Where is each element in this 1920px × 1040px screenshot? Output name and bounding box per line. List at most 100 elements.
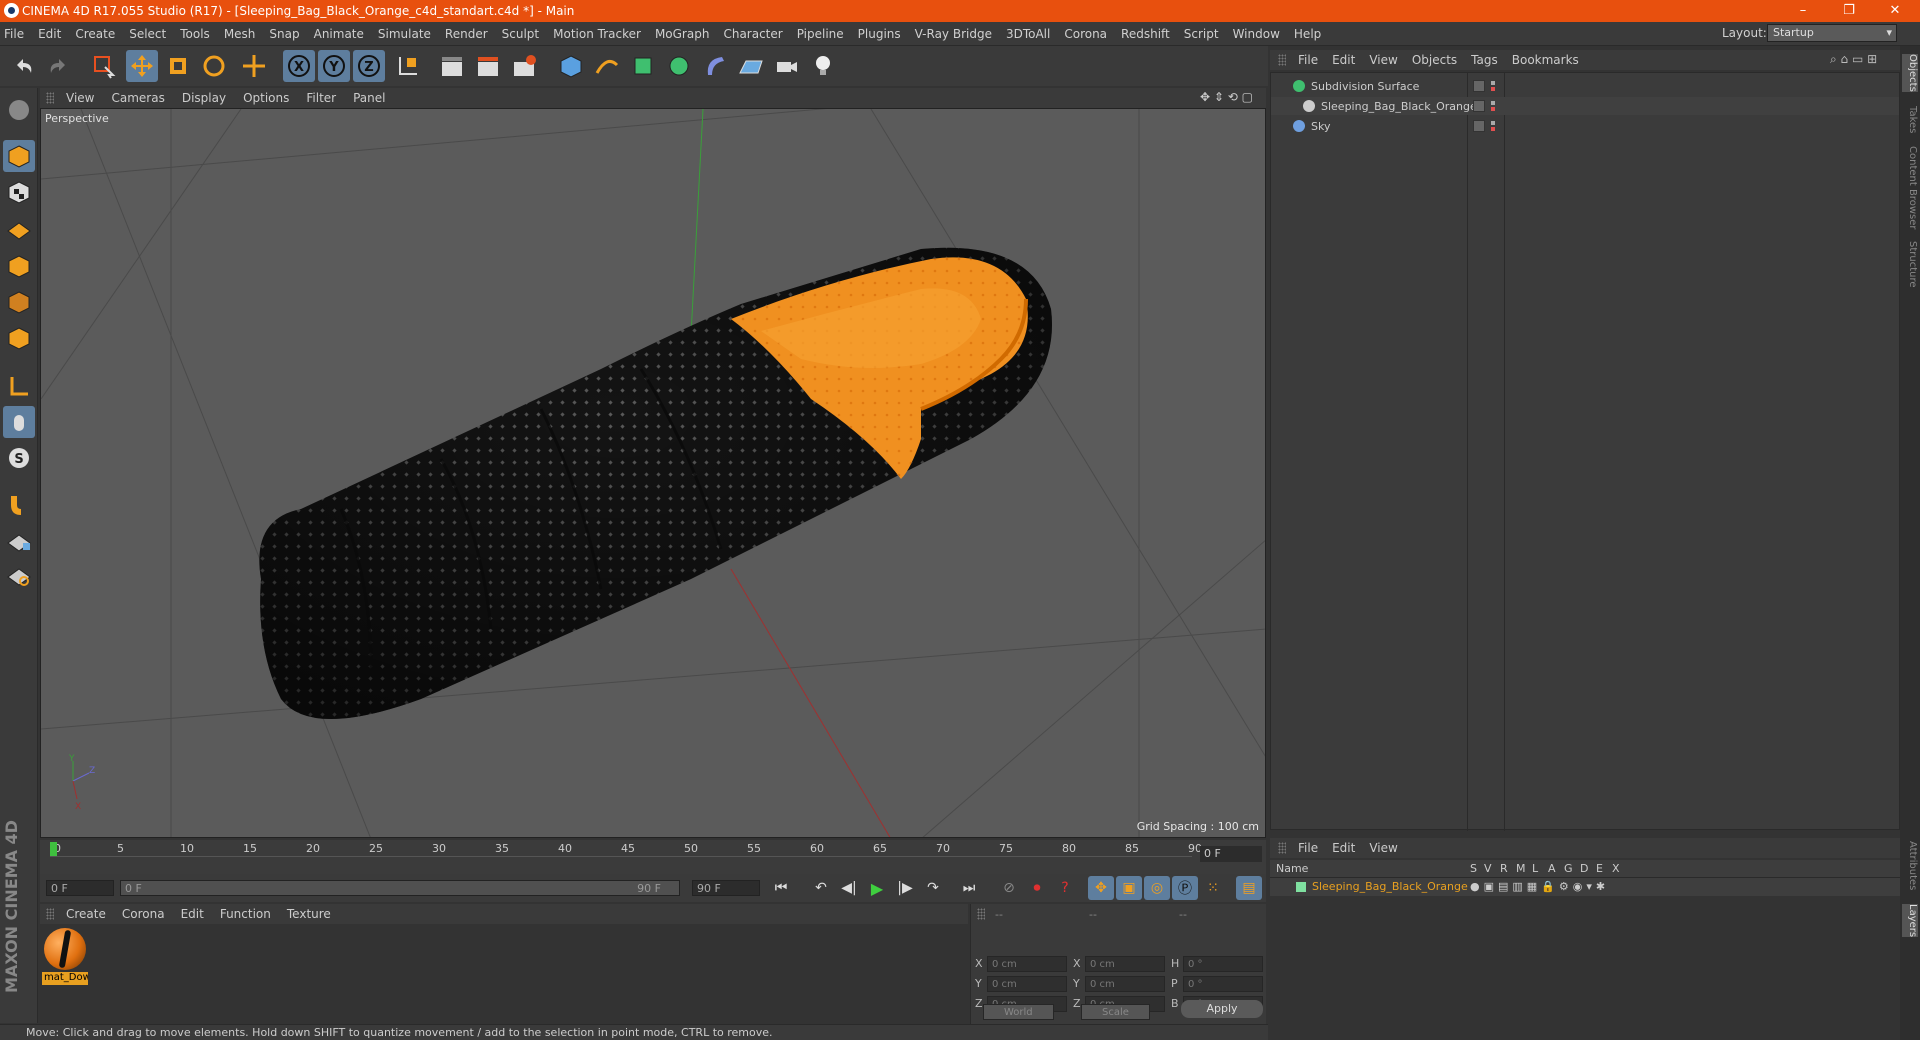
- coordinate-value-field[interactable]: 0 cm: [1085, 956, 1165, 972]
- make-editable-button[interactable]: [3, 94, 35, 126]
- layer-column-a[interactable]: A: [1548, 862, 1556, 875]
- menu-snap[interactable]: Snap: [269, 27, 299, 41]
- object-manager-nav-icons[interactable]: ⌕ ⌂ ▭ ⊞: [1830, 52, 1877, 67]
- menu-sculpt[interactable]: Sculpt: [502, 27, 539, 41]
- menu-redshift[interactable]: Redshift: [1121, 27, 1170, 41]
- model-mode-button[interactable]: [3, 140, 35, 172]
- material-menu-corona[interactable]: Corona: [122, 907, 165, 921]
- keyframe-selection-button[interactable]: ?: [1052, 876, 1078, 900]
- layout-select[interactable]: Startup: [1767, 24, 1897, 42]
- previous-key-button[interactable]: ↶: [808, 876, 834, 900]
- rotate-tool-button[interactable]: [198, 50, 230, 82]
- menu-mesh[interactable]: Mesh: [224, 27, 256, 41]
- layer-column-m[interactable]: M: [1516, 862, 1526, 875]
- deformer-button[interactable]: [699, 50, 731, 82]
- object-menu-bookmarks[interactable]: Bookmarks: [1512, 53, 1579, 67]
- object-row[interactable]: Sleeping_Bag_Black_Orange: [1271, 97, 1899, 115]
- key-point-level-button[interactable]: ⁙: [1200, 876, 1226, 900]
- coordinate-space-select[interactable]: World: [983, 1004, 1054, 1020]
- visibility-dots-icon[interactable]: [1473, 100, 1485, 112]
- texture-mode-button[interactable]: [3, 176, 35, 208]
- material-menu-create[interactable]: Create: [66, 907, 106, 921]
- layer-column-v[interactable]: V: [1484, 862, 1492, 875]
- material-menu-texture[interactable]: Texture: [287, 907, 331, 921]
- snap-button[interactable]: [3, 488, 35, 520]
- menu-help[interactable]: Help: [1294, 27, 1321, 41]
- render-dot-icon[interactable]: [1491, 81, 1495, 91]
- record-keys-button[interactable]: ⊘: [996, 876, 1022, 900]
- panel-grip-icon[interactable]: [977, 908, 985, 920]
- key-scale-button[interactable]: ▣: [1116, 876, 1142, 900]
- layer-manager[interactable]: Sleeping_Bag_Black_Orange ●▣▤▥▦🔒⚙◉▾✱: [1270, 878, 1900, 1024]
- render-picture-viewer-button[interactable]: [472, 50, 504, 82]
- timeline-ruler[interactable]: [50, 856, 1192, 864]
- menu-pipeline[interactable]: Pipeline: [797, 27, 844, 41]
- key-position-button[interactable]: ✥: [1088, 876, 1114, 900]
- go-to-end-button[interactable]: ⏭: [956, 876, 982, 900]
- coordinate-value-field[interactable]: 0 cm: [987, 956, 1067, 972]
- restore-button[interactable]: ❐: [1826, 0, 1872, 22]
- undo-button[interactable]: [8, 50, 40, 82]
- menu-simulate[interactable]: Simulate: [378, 27, 431, 41]
- viewport-menu-filter[interactable]: Filter: [306, 91, 336, 105]
- layer-column-l[interactable]: L: [1532, 862, 1538, 875]
- layer-flag-icons[interactable]: ●▣▤▥▦🔒⚙◉▾✱: [1470, 880, 1609, 893]
- layer-row[interactable]: Sleeping_Bag_Black_Orange ●▣▤▥▦🔒⚙◉▾✱: [1270, 878, 1900, 896]
- layer-menu-edit[interactable]: Edit: [1332, 841, 1355, 855]
- transform-tool-button[interactable]: [238, 50, 270, 82]
- viewport-menu-options[interactable]: Options: [243, 91, 289, 105]
- lock-workplane-button[interactable]: [3, 524, 35, 556]
- menu-mograph[interactable]: MoGraph: [655, 27, 710, 41]
- menu-create[interactable]: Create: [75, 27, 115, 41]
- panel-grip-icon[interactable]: [1278, 842, 1286, 854]
- tab-content-browser[interactable]: Content Browser: [1902, 146, 1918, 229]
- layer-column-s[interactable]: S: [1470, 862, 1477, 875]
- panel-grip-icon[interactable]: [1278, 54, 1286, 66]
- object-menu-view[interactable]: View: [1369, 53, 1397, 67]
- render-view-button[interactable]: [436, 50, 468, 82]
- object-row[interactable]: Subdivision Surface: [1271, 77, 1899, 95]
- layer-column-d[interactable]: D: [1580, 862, 1588, 875]
- object-menu-edit[interactable]: Edit: [1332, 53, 1355, 67]
- menu-corona[interactable]: Corona: [1064, 27, 1107, 41]
- play-button[interactable]: ▶: [864, 876, 890, 900]
- planar-workplane-button[interactable]: [3, 558, 35, 590]
- sleeping-bag-model[interactable]: [259, 247, 1052, 719]
- coordinate-value-field[interactable]: 0 °: [1183, 956, 1263, 972]
- menu-tools[interactable]: Tools: [180, 27, 210, 41]
- key-rotation-button[interactable]: ◎: [1144, 876, 1170, 900]
- move-tool-button[interactable]: [126, 50, 158, 82]
- coordinate-mode-select[interactable]: Scale: [1081, 1004, 1150, 1020]
- axis-mode-button[interactable]: [3, 370, 35, 402]
- subdivision-button[interactable]: [627, 50, 659, 82]
- menu-animate[interactable]: Animate: [314, 27, 364, 41]
- close-button[interactable]: ✕: [1872, 0, 1918, 22]
- layer-column-name[interactable]: Name: [1276, 862, 1308, 875]
- viewport-camera-label[interactable]: Perspective: [45, 112, 109, 125]
- tab-takes[interactable]: Takes: [1902, 106, 1918, 133]
- tab-attributes[interactable]: Attributes: [1902, 841, 1918, 890]
- next-frame-button[interactable]: |▶: [892, 876, 918, 900]
- material-manager[interactable]: mat_Dow: [40, 924, 968, 1024]
- menu-character[interactable]: Character: [723, 27, 782, 41]
- menu-script[interactable]: Script: [1184, 27, 1219, 41]
- floor-button[interactable]: [735, 50, 767, 82]
- visibility-dots-icon[interactable]: [1473, 120, 1485, 132]
- go-to-start-button[interactable]: ⏮: [768, 876, 794, 900]
- material-menu-edit[interactable]: Edit: [181, 907, 204, 921]
- tab-structure[interactable]: Structure: [1902, 241, 1918, 288]
- coordinate-value-field[interactable]: 0 cm: [987, 976, 1067, 992]
- layer-menu-view[interactable]: View: [1369, 841, 1397, 855]
- layer-column-g[interactable]: G: [1564, 862, 1573, 875]
- minimize-button[interactable]: –: [1780, 0, 1826, 22]
- timeline-window-button[interactable]: ▤: [1236, 876, 1262, 900]
- workplane-mode-button[interactable]: [3, 212, 35, 244]
- menu-select[interactable]: Select: [129, 27, 166, 41]
- visibility-dots-icon[interactable]: [1473, 80, 1485, 92]
- object-manager[interactable]: Subdivision Surface Sleeping_Bag_Black_Or…: [1270, 72, 1900, 831]
- perspective-viewport[interactable]: Y Z X Perspective Grid Spacing : 100 cm: [40, 108, 1266, 838]
- coordinate-value-field[interactable]: 0 °: [1183, 976, 1263, 992]
- timeline[interactable]: 0 5 10 15 20 25 30 35 40 45 50 55 60 65 70 75 80 85 90 0 F: [40, 840, 1266, 876]
- autokeying-button[interactable]: ⏺: [1024, 876, 1050, 900]
- render-dot-icon[interactable]: [1491, 101, 1495, 111]
